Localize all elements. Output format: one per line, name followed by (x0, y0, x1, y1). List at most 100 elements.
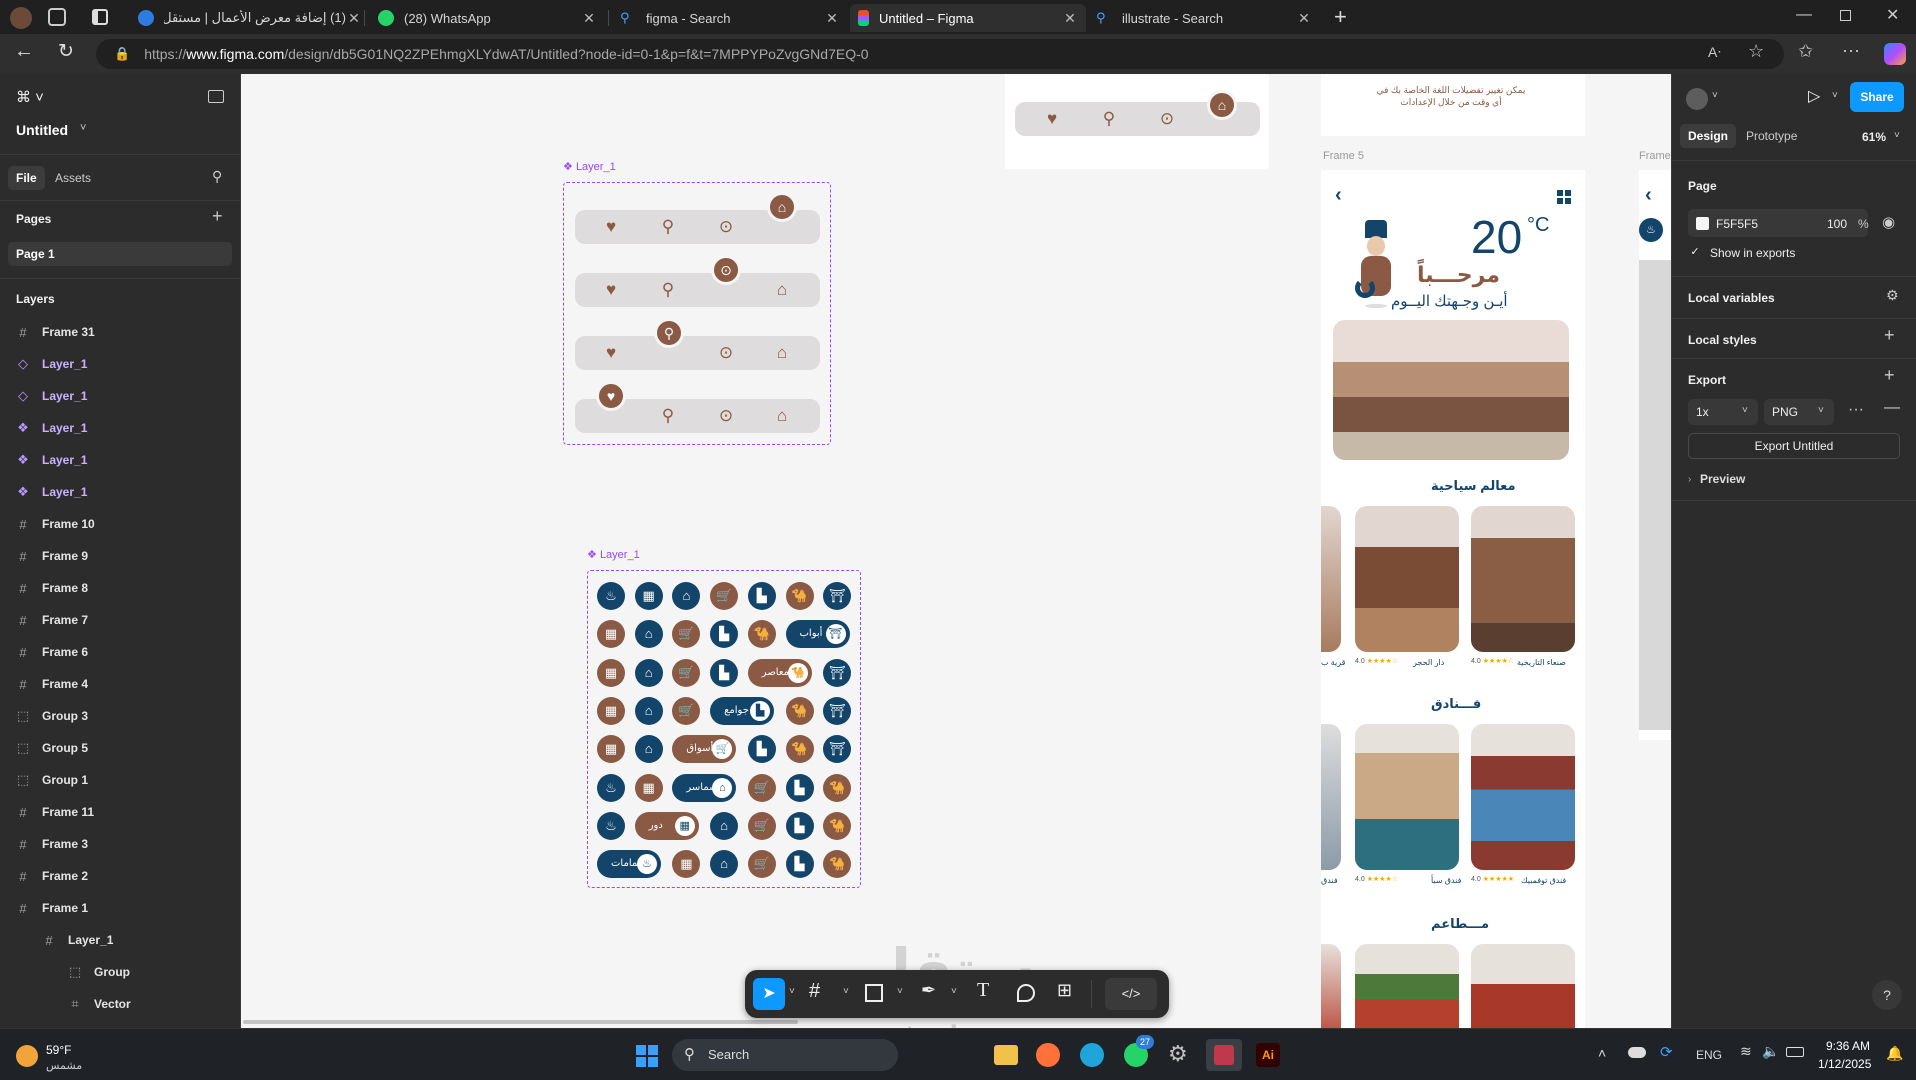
layer-item[interactable]: # Frame 8 (0, 572, 240, 604)
local-variables-heading[interactable]: Local variables (1688, 291, 1775, 305)
lock-icon[interactable]: 🔒 (114, 46, 130, 62)
dev-mode-button[interactable]: </> (1105, 978, 1157, 1010)
layer-item[interactable]: # Frame 6 (0, 636, 240, 668)
new-tab-button[interactable]: + (1334, 4, 1347, 30)
sync-icon[interactable]: ⟳ (1660, 1043, 1673, 1061)
category-pill[interactable]: أسواق 🛒 (672, 735, 737, 764)
close-tab-icon[interactable]: ✕ (1062, 10, 1078, 27)
rectangle-tool-button[interactable] (865, 984, 883, 1002)
layer-item[interactable]: ◇ Layer_1 (0, 380, 240, 412)
page-opacity[interactable]: 100 (1827, 217, 1847, 231)
start-button[interactable] (636, 1045, 658, 1067)
layer-item[interactable]: ❖ Layer_1 (0, 444, 240, 476)
component-category-icons[interactable] (587, 570, 861, 888)
close-tab-icon[interactable]: ✕ (581, 10, 597, 27)
layer-item[interactable]: ⌗ Vector (0, 988, 240, 1020)
volume-icon[interactable]: 🔈 (1762, 1043, 1779, 1060)
chevron-down-icon[interactable]: ˅ (1894, 130, 1900, 141)
actions-tool-button[interactable]: ⊞ (1057, 980, 1072, 1001)
grid-menu-icon[interactable] (1557, 190, 1571, 204)
restore-button[interactable] (1840, 10, 1851, 21)
visibility-eye-icon[interactable]: ◉ (1882, 213, 1895, 231)
tab-prototype[interactable]: Prototype (1746, 124, 1797, 148)
layer-item[interactable]: ◇ Layer_1 (0, 348, 240, 380)
layer-item[interactable]: # Frame 31 (0, 316, 240, 348)
pen-tool-button[interactable]: ✒ (921, 980, 936, 1001)
user-avatar[interactable] (1686, 88, 1708, 110)
layer-item[interactable]: ⬚ Group 1 (0, 764, 240, 796)
chevron-down-icon[interactable]: ˅ (1832, 90, 1838, 101)
clock-time[interactable]: 9:36 AM (1826, 1039, 1870, 1053)
tab-figma-search[interactable]: ⚲ figma - Search ✕ (612, 4, 848, 32)
layer-item[interactable]: ⬚ Group (0, 956, 240, 988)
file-name-chevron-icon[interactable]: ˅ (80, 122, 86, 134)
layer-item[interactable]: # Frame 1 (0, 892, 240, 924)
chevron-down-icon[interactable]: ˅ (843, 986, 849, 997)
search-icon[interactable]: ⚲ (212, 168, 222, 185)
category-pill[interactable]: سماسر ⌂ (672, 773, 737, 802)
text-tool-button[interactable]: T (977, 979, 989, 1002)
edge-icon[interactable] (1080, 1043, 1104, 1067)
language-indicator[interactable]: ENG (1696, 1048, 1722, 1062)
figma-canvas[interactable]: ♥ ⚲ ⊙ ⌂ ❖ Layer_1 ♥ ⚲ ⊙ ⌂ ♥ ⚲ ⊙ ⌂ ♥ ⚲ ⊙ … (241, 74, 1671, 1028)
address-bar[interactable]: 🔒 https://www.figma.com/design/db5G01NQ2… (96, 39, 1784, 69)
profile-avatar[interactable] (10, 7, 32, 29)
add-style-icon[interactable]: + (1884, 325, 1895, 346)
layer-item[interactable]: ⬚ Group 5 (0, 732, 240, 764)
tab-mostaql[interactable]: (1) إضافة معرض الأعمال | مستقل ✕ (130, 4, 370, 32)
tab-assets[interactable]: Assets (55, 166, 91, 190)
tab-file[interactable]: File (8, 166, 45, 190)
chevron-down-icon[interactable]: ˅ (789, 986, 795, 997)
clock-date[interactable]: 1/12/2025 (1818, 1057, 1871, 1071)
vertical-tabs-icon[interactable] (92, 9, 108, 25)
toggle-sidebar-icon[interactable] (208, 90, 224, 103)
layer-item[interactable]: ❖ Layer_1 (0, 476, 240, 508)
close-tab-icon[interactable]: ✕ (824, 10, 840, 27)
add-export-icon[interactable]: + (1884, 365, 1895, 386)
favorites-icon[interactable]: ✩ (1798, 41, 1813, 62)
close-tab-icon[interactable]: ✕ (346, 10, 362, 27)
weather-temp[interactable]: 59°F (46, 1043, 71, 1057)
phone-frame-partial[interactable]: ‹ ♨ (1639, 170, 1671, 740)
export-more-icon[interactable]: ··· (1848, 401, 1864, 419)
tab-whatsapp[interactable]: (28) WhatsApp ✕ (370, 4, 605, 32)
layer-item[interactable]: # Frame 10 (0, 508, 240, 540)
present-play-icon[interactable]: ▷ (1808, 86, 1820, 106)
onedrive-icon[interactable] (1628, 1047, 1646, 1058)
tab-figma-untitled[interactable]: Untitled – Figma ✕ (850, 4, 1086, 32)
move-tool-button[interactable]: ➤ (753, 978, 785, 1010)
category-pill[interactable]: دور ▦ (634, 811, 699, 840)
category-pill[interactable]: أبواب ⛩ (785, 620, 850, 649)
layer-item[interactable]: # Layer_1 (0, 924, 240, 956)
export-untitled-button[interactable]: Export Untitled (1688, 433, 1900, 459)
notification-bell-icon[interactable]: 🔔 (1886, 1045, 1903, 1062)
chevron-down-icon[interactable]: ˅ (897, 986, 903, 997)
layer-item[interactable]: # Frame 9 (0, 540, 240, 572)
chevron-up-icon[interactable]: ˄ (1598, 1045, 1606, 1061)
tab-design[interactable]: Design (1680, 124, 1737, 148)
more-icon[interactable]: ··· (1842, 40, 1860, 61)
weather-icon[interactable] (16, 1045, 38, 1067)
file-name[interactable]: Untitled (16, 122, 68, 138)
wifi-icon[interactable]: ≋ (1740, 1043, 1752, 1060)
favorite-star-icon[interactable]: ☆ (1748, 41, 1764, 62)
minimize-button[interactable]: — (1796, 6, 1812, 24)
canvas-horizontal-scrollbar[interactable] (243, 1020, 798, 1024)
preview-toggle[interactable]: Preview (1700, 472, 1745, 486)
firefox-icon[interactable] (1036, 1043, 1060, 1067)
page-color-swatch[interactable] (1696, 217, 1709, 230)
layer-item[interactable]: # Frame 4 (0, 668, 240, 700)
back-icon[interactable]: ← (14, 40, 34, 63)
workspaces-icon[interactable] (48, 8, 66, 26)
frame-5-label[interactable]: Frame 5 (1323, 150, 1364, 162)
close-tab-icon[interactable]: ✕ (1296, 10, 1312, 27)
taskbar-search-box[interactable] (672, 1039, 898, 1071)
remove-export-icon[interactable]: — (1884, 399, 1900, 417)
preview-chevron-icon[interactable]: › (1688, 474, 1691, 485)
zoom-level[interactable]: 61% (1862, 130, 1886, 144)
category-pill[interactable]: جوامع ▙ (710, 696, 775, 725)
copilot-icon[interactable] (1884, 43, 1906, 65)
layer-item[interactable]: ⬚ Group 3 (0, 700, 240, 732)
comment-tool-button[interactable] (1017, 984, 1035, 1002)
share-button[interactable]: Share (1850, 82, 1904, 112)
